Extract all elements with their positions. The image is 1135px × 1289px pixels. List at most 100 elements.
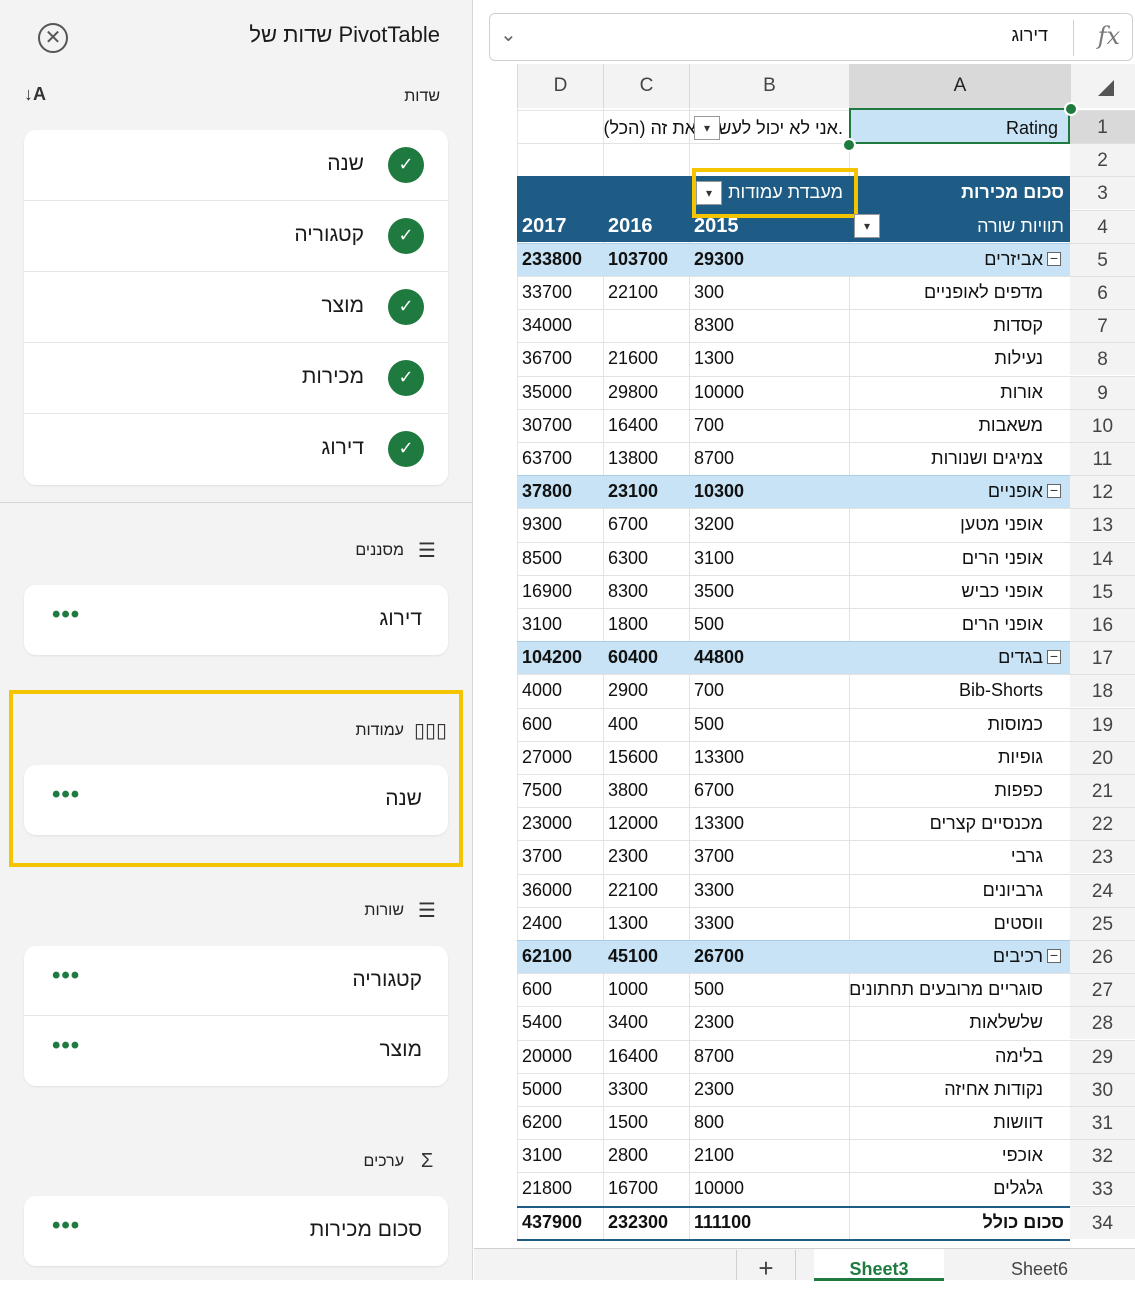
row-header[interactable]: 29 bbox=[1070, 1040, 1135, 1073]
value-cell[interactable]: 37800 bbox=[517, 475, 603, 508]
value-cell[interactable]: 13300 bbox=[689, 741, 849, 774]
category-label[interactable]: אופניים bbox=[849, 475, 1049, 508]
value-cell[interactable]: 8700 bbox=[689, 442, 849, 475]
row-labels[interactable]: תוויות שורה bbox=[849, 210, 1070, 243]
category-label[interactable]: בגדים bbox=[849, 641, 1049, 674]
value-cell[interactable]: 27000 bbox=[517, 741, 603, 774]
value-cell[interactable]: 21800 bbox=[517, 1172, 603, 1205]
row-header[interactable]: 17 bbox=[1070, 641, 1135, 674]
column-header-b[interactable]: B bbox=[689, 64, 849, 108]
value-cell[interactable]: 29800 bbox=[603, 376, 689, 409]
row-header[interactable]: 31 bbox=[1070, 1106, 1135, 1139]
value-cell[interactable]: 111100 bbox=[689, 1206, 849, 1239]
row-header[interactable]: 26 bbox=[1070, 940, 1135, 973]
value-cell[interactable]: 1300 bbox=[689, 342, 849, 375]
value-cell[interactable]: 3300 bbox=[689, 907, 849, 940]
row-header[interactable]: 3 bbox=[1070, 176, 1135, 209]
value-cell[interactable]: 10000 bbox=[689, 376, 849, 409]
category-label[interactable]: אביזרים bbox=[849, 243, 1049, 276]
value-cell[interactable]: 700 bbox=[689, 674, 849, 707]
row-header[interactable]: 4 bbox=[1070, 210, 1135, 243]
sheet-tab[interactable]: Sheet6 bbox=[944, 1249, 1135, 1281]
value-cell[interactable]: 700 bbox=[689, 409, 849, 442]
value-cell[interactable]: 63700 bbox=[517, 442, 603, 475]
more-options-icon[interactable]: ••• bbox=[52, 1032, 80, 1060]
value-cell[interactable]: 8300 bbox=[689, 309, 849, 342]
selection-handle[interactable] bbox=[842, 138, 856, 152]
collapse-icon[interactable]: − bbox=[1047, 251, 1061, 266]
row-header[interactable]: 20 bbox=[1070, 741, 1135, 774]
value-cell[interactable]: 6200 bbox=[517, 1106, 603, 1139]
value-cell[interactable]: 3500 bbox=[689, 575, 849, 608]
value-cell[interactable]: 3400 bbox=[603, 1006, 689, 1039]
row-header[interactable]: 5 bbox=[1070, 243, 1135, 276]
row-header[interactable]: 16 bbox=[1070, 608, 1135, 641]
value-cell[interactable]: 104200 bbox=[517, 641, 603, 674]
value-cell[interactable]: 7500 bbox=[517, 774, 603, 807]
row-header[interactable]: 24 bbox=[1070, 874, 1135, 907]
value-cell[interactable]: 800 bbox=[689, 1106, 849, 1139]
value-cell[interactable]: 29300 bbox=[689, 243, 849, 276]
row-header[interactable]: 14 bbox=[1070, 542, 1135, 575]
value-cell[interactable]: 23100 bbox=[603, 475, 689, 508]
row-header[interactable]: 34 bbox=[1070, 1206, 1135, 1239]
value-cell[interactable]: 3700 bbox=[689, 840, 849, 873]
value-cell[interactable]: 4000 bbox=[517, 674, 603, 707]
value-cell[interactable]: 8700 bbox=[689, 1040, 849, 1073]
value-cell[interactable]: 2400 bbox=[517, 907, 603, 940]
value-cell[interactable]: 3700 bbox=[517, 840, 603, 873]
row-header[interactable]: 22 bbox=[1070, 807, 1135, 840]
filter-item-rating[interactable]: דירוג ••• bbox=[24, 585, 448, 655]
value-cell[interactable]: 23000 bbox=[517, 807, 603, 840]
column-header-c[interactable]: C bbox=[603, 64, 689, 108]
value-cell[interactable]: 3800 bbox=[603, 774, 689, 807]
collapse-icon[interactable]: − bbox=[1047, 948, 1061, 963]
value-cell[interactable]: 8300 bbox=[603, 575, 689, 608]
value-cell[interactable]: 35000 bbox=[517, 376, 603, 409]
row-header[interactable]: 8 bbox=[1070, 342, 1135, 375]
value-cell[interactable]: 1300 bbox=[603, 907, 689, 940]
row-header[interactable]: 32 bbox=[1070, 1139, 1135, 1172]
more-options-icon[interactable]: ••• bbox=[52, 1212, 80, 1240]
value-cell[interactable]: 60400 bbox=[603, 641, 689, 674]
value-cell[interactable]: 500 bbox=[689, 973, 849, 1006]
close-icon[interactable]: ✕ bbox=[38, 23, 68, 53]
row-header[interactable]: 30 bbox=[1070, 1073, 1135, 1106]
value-cell[interactable]: 3200 bbox=[689, 508, 849, 541]
row-header[interactable]: 19 bbox=[1070, 708, 1135, 741]
value-cell[interactable]: 62100 bbox=[517, 940, 603, 973]
value-cell[interactable]: 6700 bbox=[603, 508, 689, 541]
field-sales[interactable]: מכירות ✓ bbox=[24, 343, 448, 414]
more-options-icon[interactable]: ••• bbox=[52, 601, 80, 629]
column-header-a[interactable]: A bbox=[849, 64, 1070, 108]
row-item-product[interactable]: מוצר ••• bbox=[24, 1016, 448, 1086]
checked-icon[interactable]: ✓ bbox=[388, 218, 424, 254]
row-header[interactable]: 28 bbox=[1070, 1006, 1135, 1039]
value-cell[interactable]: 437900 bbox=[517, 1206, 603, 1239]
value-cell[interactable]: 15600 bbox=[603, 741, 689, 774]
value-cell[interactable]: 9300 bbox=[517, 508, 603, 541]
value-item-sales-sum[interactable]: סכום מכירות ••• bbox=[24, 1196, 448, 1266]
formula-value[interactable]: דירוג bbox=[1011, 25, 1048, 46]
value-cell[interactable]: 2300 bbox=[603, 840, 689, 873]
select-all-icon[interactable] bbox=[1098, 80, 1114, 96]
value-cell[interactable]: 3100 bbox=[517, 608, 603, 641]
value-cell[interactable]: 20000 bbox=[517, 1040, 603, 1073]
value-cell[interactable]: 400 bbox=[603, 708, 689, 741]
value-cell[interactable]: 2800 bbox=[603, 1139, 689, 1172]
row-header[interactable]: 33 bbox=[1070, 1172, 1135, 1205]
field-rating[interactable]: דירוג ✓ bbox=[24, 414, 448, 485]
value-cell[interactable]: 34000 bbox=[517, 309, 603, 342]
sort-az-icon[interactable]: ↓A bbox=[24, 84, 46, 105]
more-options-icon[interactable]: ••• bbox=[52, 962, 80, 990]
category-label[interactable]: רכיבים bbox=[849, 940, 1049, 973]
row-header[interactable]: 10 bbox=[1070, 409, 1135, 442]
column-item-year[interactable]: שנה ••• bbox=[24, 765, 448, 835]
value-cell[interactable]: 36000 bbox=[517, 874, 603, 907]
value-cell[interactable]: 21600 bbox=[603, 342, 689, 375]
value-cell[interactable]: 44800 bbox=[689, 641, 849, 674]
value-cell[interactable]: 13800 bbox=[603, 442, 689, 475]
selection-handle[interactable] bbox=[1064, 102, 1078, 116]
value-cell[interactable]: 45100 bbox=[603, 940, 689, 973]
value-cell[interactable]: 5000 bbox=[517, 1073, 603, 1106]
